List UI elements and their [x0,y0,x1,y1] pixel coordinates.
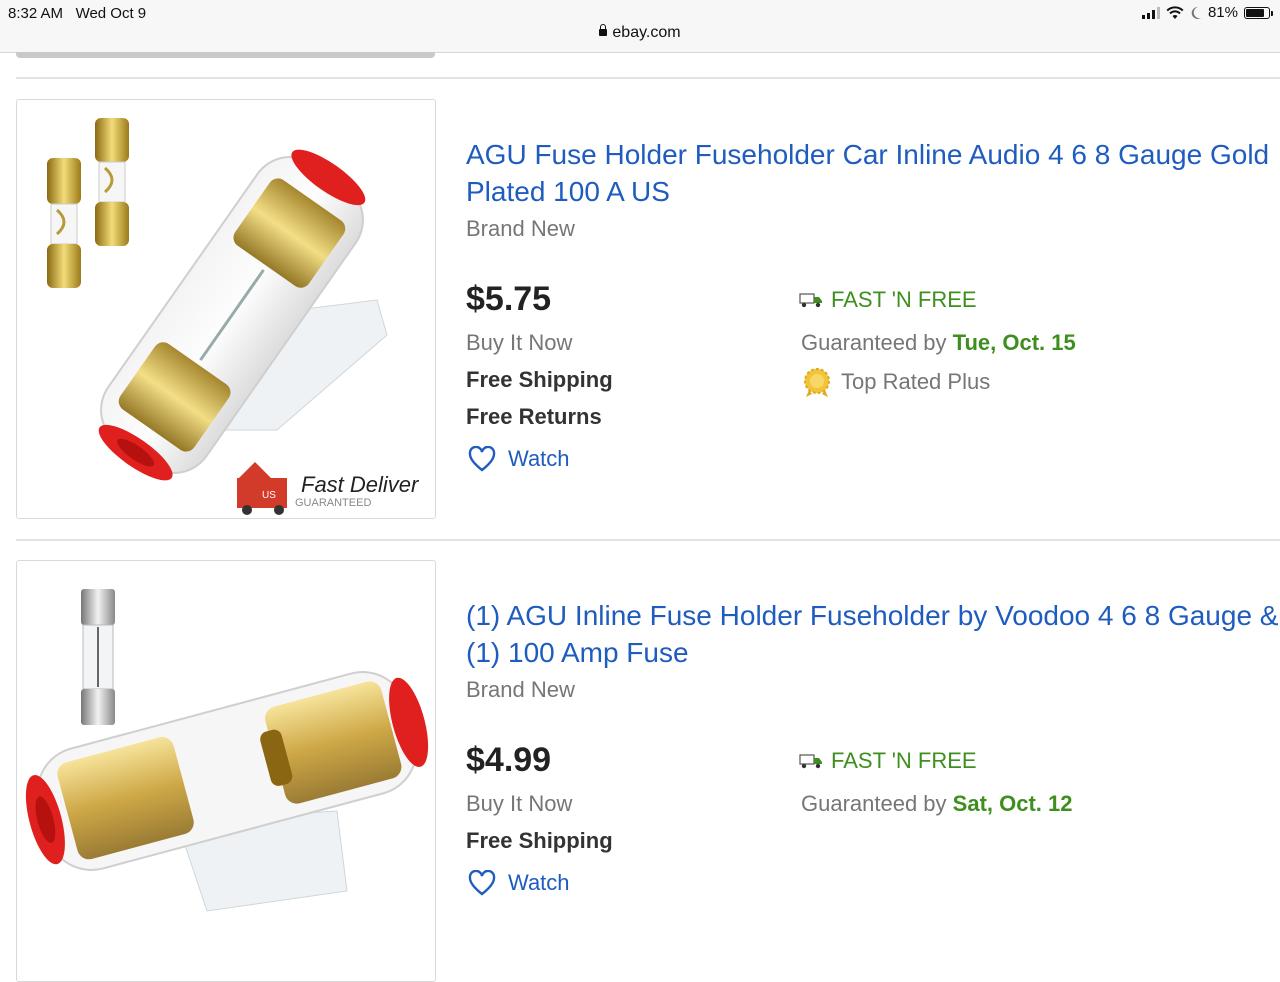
badge-title: Fast Deliver [301,472,420,497]
listing-image[interactable]: US Fast Deliver GUARANTEED [16,99,436,519]
status-indicators: 81% [1141,4,1273,21]
buying-format: Buy It Now [466,330,573,355]
url-text: ebay.com [612,24,681,41]
watch-label: Watch [508,446,570,471]
address-bar[interactable]: ebay.com [0,24,1280,42]
heart-icon [468,870,496,896]
fast-n-free: FAST 'N FREE [799,287,977,313]
top-rated-plus: Top Rated Plus [799,366,990,398]
top-rated-label: Top Rated Plus [841,369,991,394]
lock-icon [599,24,608,36]
clock: 8:32 AM [8,5,64,22]
watch-label: Watch [508,870,570,895]
fast-n-free: FAST 'N FREE [799,748,977,774]
item-price: $5.75 [466,280,552,318]
divider [16,77,1280,79]
listing-image[interactable] [16,560,436,982]
guaranteed-prefix: Guaranteed by [801,330,947,355]
status-time: 8:32 AM Wed Oct 9 [8,5,146,22]
item-price: $4.99 [466,741,552,779]
buying-format: Buy It Now [466,791,573,816]
fuse-holder-image [25,589,429,912]
listing-title[interactable]: (1) AGU Inline Fuse Holder Fuseholder by… [466,597,1280,671]
previous-listing-edge [16,52,435,58]
fast-deliver-badge: US Fast Deliver GUARANTEED [237,462,420,515]
delivery-guarantee: Guaranteed by Sat, Oct. 12 [801,791,1073,817]
divider [16,539,1280,541]
guaranteed-date: Sat, Oct. 12 [952,791,1073,816]
truck-icon [799,293,822,308]
item-condition: Brand New [466,677,575,702]
listing-title-text: (1) AGU Inline Fuse Holder Fuseholder by… [466,600,1279,668]
wifi-icon [1166,5,1184,19]
battery-percent: 81% [1207,4,1238,21]
truck-icon [799,754,822,769]
top-rated-seal-icon [804,368,830,397]
delivery-guarantee: Guaranteed by Tue, Oct. 15 [801,330,1076,356]
item-condition: Brand New [466,216,575,241]
fuse-holder-image: US Fast Deliver GUARANTEED [47,118,420,515]
badge-truck-text: US [262,490,276,501]
shipping-info: Free Shipping [466,828,613,853]
fast-n-free-label: FAST 'N FREE [831,748,977,773]
guaranteed-prefix: Guaranteed by [801,791,947,816]
badge-subtitle: GUARANTEED [295,497,371,509]
watch-button[interactable]: Watch [468,870,570,896]
fast-n-free-label: FAST 'N FREE [831,287,977,312]
guaranteed-date: Tue, Oct. 15 [952,330,1076,355]
returns-info: Free Returns [466,404,602,429]
cellular-signal-icon [1141,6,1160,19]
moon-icon [1191,6,1201,19]
watch-button[interactable]: Watch [468,446,570,472]
heart-icon [468,446,496,472]
battery-icon [1244,6,1273,19]
date: Wed Oct 9 [75,5,147,22]
status-bar: 8:32 AM Wed Oct 9 81% ebay.com [0,0,1280,53]
listing-title[interactable]: AGU Fuse Holder Fuseholder Car Inline Au… [466,136,1280,210]
shipping-info: Free Shipping [466,367,613,392]
